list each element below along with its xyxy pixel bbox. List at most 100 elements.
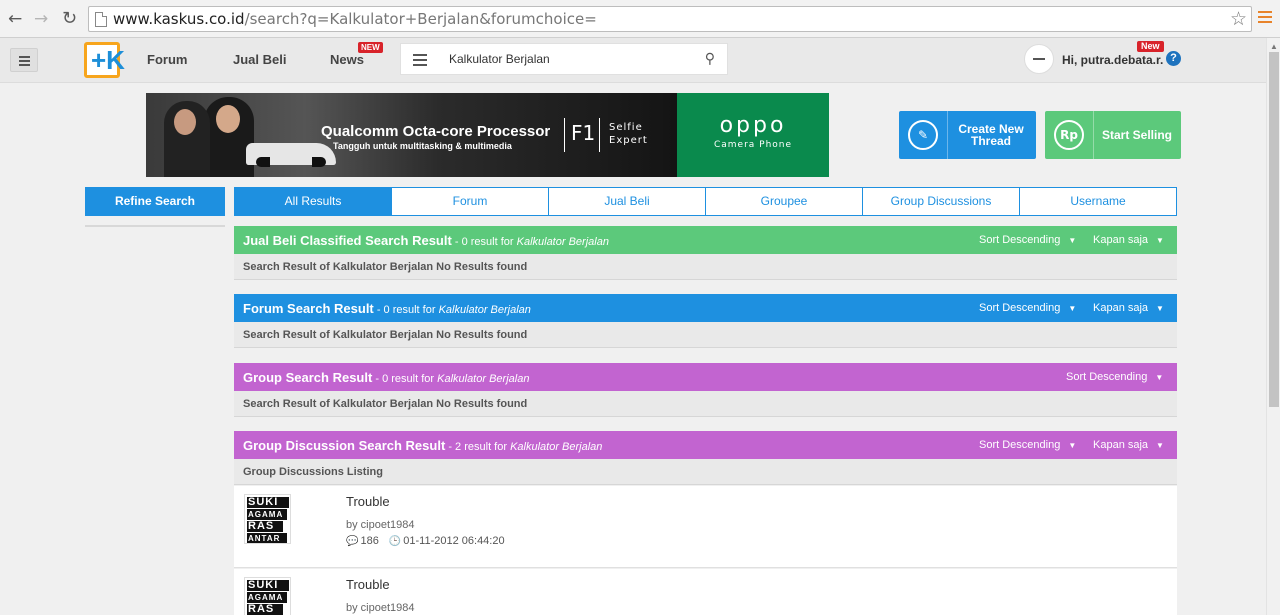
button-divider [947,111,948,159]
sort-dropdown-label: Sort Descending [979,234,1061,246]
jual-beli-result-header: Jual Beli Classified Search Result - 0 r… [234,226,1177,254]
scrollbar-thumb[interactable] [1269,52,1279,407]
forum-result-header: Forum Search Result - 0 result for Kalku… [234,294,1177,322]
scroll-up-arrow-icon[interactable]: ▲ [1270,42,1278,51]
sort-dropdown-label: Sort Descending [1066,371,1148,383]
list-item[interactable]: SUKI AGAMA RAS ANTAR Trouble by cipoet19… [234,486,1177,568]
result-tabs: All Results Forum Jual Beli Groupee Grou… [234,187,1177,216]
thumb-text: SUKI [248,496,279,508]
sort-dropdown[interactable]: Sort Descending ▼ [979,439,1076,451]
start-selling-label: Start Selling [1101,128,1172,142]
create-new-thread-button[interactable]: ✎ Create New Thread [899,111,1036,159]
sort-dropdown-label: Sort Descending [979,439,1061,451]
discussion-author[interactable]: by cipoet1984 [346,519,415,531]
browser-toolbar: ← → ↻ www.kaskus.co.id/search?q=Kalkulat… [0,0,1280,38]
no-results-message: Search Result of Kalkulator Berjalan No … [243,261,528,273]
listing-title: Group Discussions Listing [243,466,383,478]
group-discussion-listing-header: Group Discussions Listing [234,459,1177,485]
sort-dropdown[interactable]: Sort Descending ▼ [979,302,1076,314]
chevron-down-icon: ▼ [1156,236,1164,245]
banner-face-image [216,105,240,133]
ad-banner[interactable]: Qualcomm Octa-core Processor Tangguh unt… [146,93,829,177]
group-result-header: Group Search Result - 0 result for Kalku… [234,363,1177,391]
browser-menu-icon[interactable] [1258,11,1272,26]
time-filter-label: Kapan saja [1093,439,1149,451]
time-filter-dropdown[interactable]: Kapan saja ▼ [1093,302,1164,314]
forum-result-body: Search Result of Kalkulator Berjalan No … [234,322,1177,348]
search-box: ⚲ [400,43,728,75]
banner-model-tag-line2: Expert [609,135,648,146]
address-bar[interactable]: www.kaskus.co.id/search?q=Kalkulator+Ber… [88,6,1252,32]
result-query: Kalkulator Berjalan [510,441,603,453]
list-item[interactable]: SUKI AGAMA RAS Trouble by cipoet1984 [234,569,1177,615]
create-thread-label: Create New Thread [951,123,1031,147]
thumb-text: ANTAR [248,534,281,543]
banner-headline: Qualcomm Octa-core Processor [321,123,551,140]
tab-forum[interactable]: Forum [392,188,549,215]
section-title: Group Search Result - 0 result for Kalku… [243,370,529,385]
discussion-author[interactable]: by cipoet1984 [346,602,415,614]
discussion-title[interactable]: Trouble [346,494,390,509]
section-title: Jual Beli Classified Search Result - 0 r… [243,233,609,248]
forward-arrow-icon[interactable]: → [34,9,48,29]
url-path: /search?q=Kalkulator+Berjalan&forumchoic… [244,10,597,28]
time-filter-label: Kapan saja [1093,234,1149,246]
help-icon[interactable]: ? [1166,51,1181,66]
hamburger-menu-icon[interactable] [10,48,38,72]
banner-model-tag-line1: Selfie [609,122,643,133]
banner-brand-tag: Camera Phone [713,140,793,150]
banner-model-tag: Selfie Expert [609,121,648,147]
comment-count: 186 [360,535,379,547]
nav-jual-beli[interactable]: Jual Beli [233,52,286,67]
chevron-down-icon: ▼ [1156,441,1164,450]
pencil-icon: ✎ [908,120,938,150]
star-icon[interactable]: ☆ [1230,8,1247,30]
sort-dropdown[interactable]: Sort Descending ▼ [979,234,1076,246]
banner-car-image [246,143,336,167]
search-icon[interactable]: ⚲ [705,51,715,67]
url-host: www.kaskus.co.id [113,10,245,28]
section-title-text: Jual Beli Classified Search Result [243,233,452,248]
user-greeting[interactable]: Hi, putra.debata.r. [1062,53,1163,67]
url-text[interactable]: www.kaskus.co.id/search?q=Kalkulator+Ber… [113,10,597,28]
refine-divider [85,225,225,227]
nav-forum[interactable]: Forum [147,52,187,67]
tab-jual-beli[interactable]: Jual Beli [549,188,706,215]
start-selling-button[interactable]: Rp Start Selling [1045,111,1181,159]
result-count: - 0 result for [451,236,517,248]
rupiah-icon: Rp [1054,120,1084,150]
banner-subline: Tangguh untuk multitasking & multimedia [333,141,512,151]
result-count: - 0 result for [372,373,438,385]
thumb-text: RAS [248,603,275,615]
comment-icon: 💬 [346,536,359,547]
search-category-menu-icon[interactable] [413,54,427,69]
time-filter-dropdown[interactable]: Kapan saja ▼ [1093,234,1164,246]
news-new-badge: NEW [358,42,383,53]
discussion-title[interactable]: Trouble [346,577,390,592]
result-query: Kalkulator Berjalan [516,236,609,248]
search-input[interactable] [449,44,689,74]
reload-icon[interactable]: ↻ [62,9,77,29]
time-filter-dropdown[interactable]: Kapan saja ▼ [1093,439,1164,451]
sort-dropdown[interactable]: Sort Descending ▼ [1066,371,1163,383]
notification-new-badge: New [1137,41,1164,52]
thumb-text: SUKI [248,579,279,591]
kaskus-logo[interactable]: +K [84,42,125,78]
section-title: Group Discussion Search Result - 2 resul… [243,438,602,453]
refine-search-button[interactable]: Refine Search [85,187,225,216]
no-results-message: Search Result of Kalkulator Berjalan No … [243,329,528,341]
tab-all-results[interactable]: All Results [235,188,392,215]
group-thumbnail[interactable]: SUKI AGAMA RAS ANTAR [244,494,291,544]
nav-news[interactable]: News [330,52,364,67]
tab-username[interactable]: Username [1020,188,1176,215]
back-arrow-icon[interactable]: ← [8,9,22,29]
tab-groupee[interactable]: Groupee [706,188,863,215]
chevron-down-icon: ▼ [1156,304,1164,313]
no-results-message: Search Result of Kalkulator Berjalan No … [243,398,528,410]
section-title-text: Group Search Result [243,370,373,385]
section-title-text: Forum Search Result [243,301,374,316]
page-scrollbar[interactable]: ▲ [1266,38,1280,615]
group-thumbnail[interactable]: SUKI AGAMA RAS [244,577,291,615]
avatar[interactable] [1024,44,1054,74]
tab-group-discussions[interactable]: Group Discussions [863,188,1020,215]
